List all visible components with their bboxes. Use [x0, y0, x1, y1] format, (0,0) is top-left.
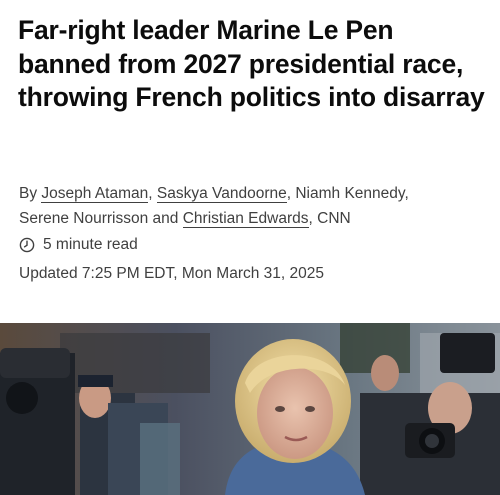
author-separator: , — [308, 210, 318, 227]
author-link-saskya-vandoorne[interactable]: Saskya Vandoorne — [156, 185, 287, 203]
read-time-label: 5 minute read — [43, 236, 138, 253]
author-link-joseph-ataman[interactable]: Joseph Ataman — [41, 185, 149, 203]
hero-photo-illustration — [0, 323, 500, 495]
byline-prefix: By — [19, 185, 42, 202]
author-link-christian-edwards[interactable]: Christian Edwards — [182, 210, 309, 228]
clock-icon — [19, 237, 35, 253]
author-separator: and — [148, 210, 183, 227]
article-hero-photo[interactable] — [0, 323, 500, 495]
read-time: 5 minute read — [19, 233, 138, 257]
byline: By Joseph Ataman, Saskya Vandoorne, Niam… — [19, 181, 489, 231]
article-headline: Far-right leader Marine Le Pen banned fr… — [18, 15, 485, 112]
author-separator: , — [404, 185, 409, 202]
byline-outlet: CNN — [317, 210, 351, 227]
author-separator: , — [148, 185, 157, 202]
author-niamh-kennedy: Niamh Kennedy — [295, 185, 405, 202]
author-serene-nourrisson: Serene Nourrisson — [19, 210, 149, 227]
updated-timestamp: Updated 7:25 PM EDT, Mon March 31, 2025 — [19, 265, 324, 282]
